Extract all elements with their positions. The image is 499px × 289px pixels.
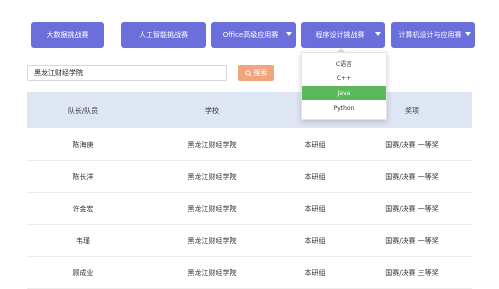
table-header: 队长/队员 学校 组别 奖项 — [27, 92, 472, 128]
cell-school: 黑龙江财经学院 — [187, 173, 237, 181]
cell-award: 国赛/决赛 一等奖 — [385, 237, 439, 245]
search-button-label: 搜索 — [253, 69, 268, 77]
table-row: 韦瑾 黑龙江财经学院 本研组 国赛/决赛 一等奖 — [27, 224, 472, 257]
cell-group: 本研组 — [304, 237, 326, 245]
cell-school: 黑龙江财经学院 — [187, 141, 237, 149]
header-member: 队长/队员 — [67, 107, 99, 115]
cell-member: 许金宏 — [72, 205, 94, 213]
option-c[interactable]: C语言 — [302, 56, 386, 70]
cell-member: 陈海庚 — [72, 141, 94, 149]
cell-group: 本研组 — [304, 141, 326, 149]
cell-school: 黑龙江财经学院 — [187, 237, 237, 245]
tab-ai[interactable]: 人工智能挑战赛 — [121, 22, 206, 48]
table-row: 陈海庚 黑龙江财经学院 本研组 国赛/决赛 一等奖 — [27, 128, 472, 161]
cell-member: 陈长洋 — [72, 173, 94, 181]
tab-label: 程序设计挑战赛 — [315, 31, 365, 39]
cell-school: 黑龙江财经学院 — [187, 205, 237, 213]
header-award: 奖项 — [405, 107, 419, 115]
tab-computer-design[interactable]: 计算机设计与应用赛 — [391, 22, 475, 48]
cell-group: 本研组 — [304, 205, 326, 213]
option-python[interactable]: Python — [302, 101, 386, 115]
cell-award: 国赛/决赛 一等奖 — [385, 205, 439, 213]
tab-office[interactable]: Office高级应用赛 — [211, 22, 296, 48]
search-button[interactable]: 搜索 — [238, 65, 274, 81]
tab-programming[interactable]: 程序设计挑战赛 — [301, 22, 385, 48]
cell-group: 本研组 — [304, 173, 326, 181]
cell-award: 国赛/决赛 一等奖 — [385, 141, 439, 149]
chevron-down-icon — [286, 32, 292, 36]
tab-label: Office高级应用赛 — [222, 31, 279, 39]
tab-label: 计算机设计与应用赛 — [398, 31, 462, 39]
tab-label: 人工智能挑战赛 — [139, 31, 188, 39]
cell-member: 韦瑾 — [76, 237, 90, 245]
table-row: 陈长洋 黑龙江财经学院 本研组 国赛/决赛 一等奖 — [27, 160, 472, 193]
table-row: 顾成业 黑龙江财经学院 本研组 国赛/决赛 三等奖 — [27, 256, 472, 289]
search-icon — [244, 69, 252, 77]
chevron-down-icon — [375, 32, 381, 36]
tab-big-data[interactable]: 大数据挑战赛 — [31, 22, 104, 48]
chevron-down-icon — [465, 32, 471, 36]
search-input[interactable]: 黑龙江财经学院 — [27, 65, 227, 81]
option-java[interactable]: Java — [302, 86, 386, 100]
table-row: 许金宏 黑龙江财经学院 本研组 国赛/决赛 一等奖 — [27, 192, 472, 225]
competition-tabs: 大数据挑战赛 人工智能挑战赛 Office高级应用赛 程序设计挑战赛 计算机设计… — [0, 22, 499, 48]
cell-award: 国赛/决赛 一等奖 — [385, 173, 439, 181]
tab-label: 大数据挑战赛 — [46, 31, 89, 39]
option-cpp[interactable]: C++ — [302, 71, 386, 85]
header-school: 学校 — [205, 107, 219, 115]
language-dropdown: C语言 C++ Java Python — [301, 52, 387, 120]
